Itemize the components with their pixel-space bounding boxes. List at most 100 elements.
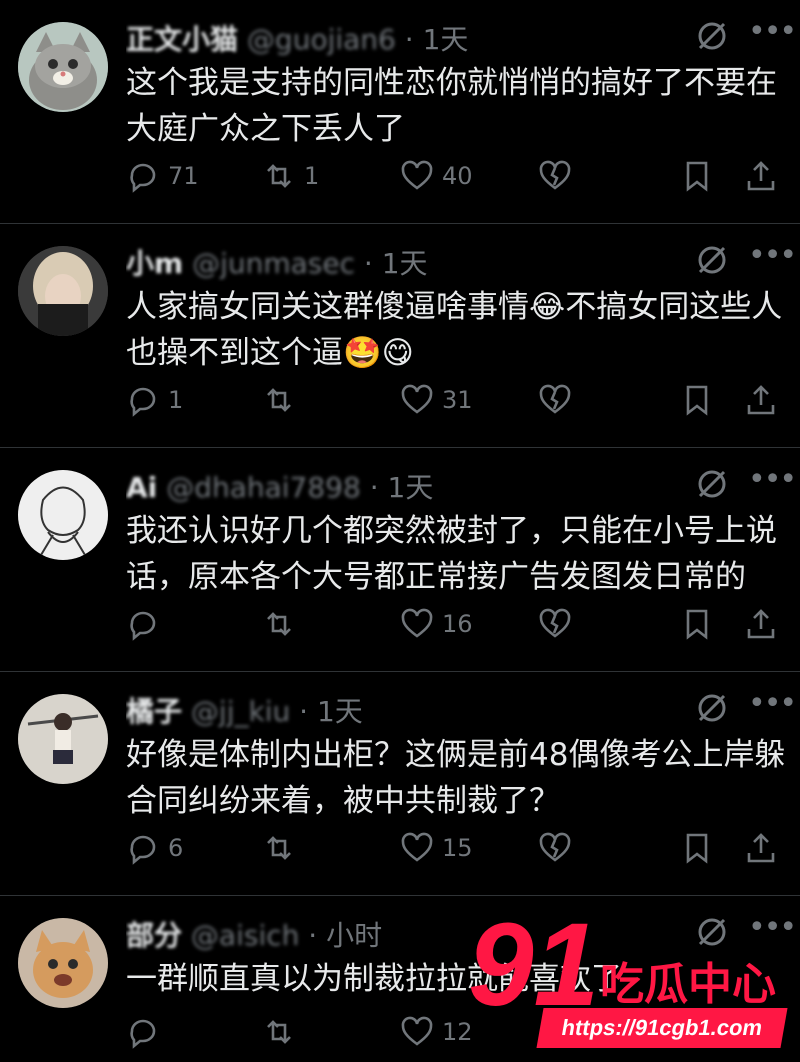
reply-icon	[130, 387, 156, 417]
retweet-button[interactable]: 1	[262, 156, 319, 196]
post-header[interactable]: 小m @junmasec · 1天	[126, 242, 686, 282]
action-bar: 6 15	[126, 828, 786, 868]
heart-icon	[401, 384, 433, 414]
timestamp[interactable]: 1天	[388, 471, 434, 504]
like-button[interactable]: 15	[400, 828, 473, 868]
author-handle: @dhahai7898	[166, 471, 361, 504]
retweet-icon	[267, 388, 291, 412]
timestamp[interactable]: 1天	[317, 695, 363, 728]
avatar[interactable]	[18, 694, 108, 784]
retweet-button[interactable]	[262, 380, 304, 420]
action-bar: 1 31	[126, 380, 786, 420]
post-3[interactable]: Ai @dhahai7898 · 1天 ••• 我还认识好几个都突然被封了，只能…	[0, 448, 800, 672]
reply-count: 6	[168, 834, 184, 862]
like-count: 15	[442, 834, 473, 862]
grok-icon[interactable]	[694, 466, 730, 502]
more-options-icon[interactable]: •••	[748, 17, 797, 50]
share-button[interactable]	[744, 156, 778, 196]
reply-icon	[130, 163, 156, 193]
post-text: 这个我是支持的同性恋你就悄悄的搞好了不要在大庭广众之下丢人了	[126, 65, 777, 147]
timestamp[interactable]: 1天	[382, 247, 428, 280]
author-handle: @jj_kiu	[190, 695, 291, 728]
post-2[interactable]: 小m @junmasec · 1天 ••• 人家搞女同关这群傻逼啥事情😂不搞女同…	[0, 224, 800, 448]
share-button[interactable]	[744, 380, 778, 420]
reply-icon	[130, 835, 156, 865]
retweet-button[interactable]	[262, 604, 304, 644]
author-name[interactable]: 橘子	[126, 695, 182, 728]
bookmark-button[interactable]	[680, 380, 714, 420]
author-name[interactable]: Ai	[126, 471, 157, 504]
grok-icon[interactable]	[694, 690, 730, 726]
retweet-button[interactable]	[262, 828, 304, 868]
like-button[interactable]: 12	[400, 1012, 473, 1052]
watermark-title: 吃瓜中心	[600, 959, 776, 1010]
avatar[interactable]	[18, 918, 108, 1008]
bookmark-icon	[686, 161, 708, 192]
reply-button[interactable]: 71	[126, 156, 199, 196]
retweet-icon	[267, 836, 291, 860]
bookmark-button[interactable]	[680, 828, 714, 868]
retweet-button[interactable]	[262, 1012, 304, 1052]
share-icon	[747, 833, 775, 863]
post-4[interactable]: 橘子 @jj_kiu · 1天 ••• 好像是体制内出柜？这俩是前48偶像考公上…	[0, 672, 800, 896]
reply-count: 71	[168, 162, 199, 190]
grok-icon[interactable]	[694, 18, 730, 54]
bookmark-icon	[686, 385, 708, 416]
more-options-icon[interactable]: •••	[748, 465, 797, 498]
broken-heart-icon	[539, 160, 571, 190]
reply-count: 1	[168, 386, 184, 414]
dislike-button[interactable]	[538, 156, 572, 196]
author-name[interactable]: 小m	[126, 247, 183, 280]
author-handle: @junmasec	[192, 247, 356, 280]
like-button[interactable]: 16	[400, 604, 473, 644]
dislike-button[interactable]	[538, 604, 572, 644]
sketch-avatar-icon	[18, 470, 108, 560]
reply-button[interactable]: 6	[126, 828, 183, 868]
more-options-icon[interactable]: •••	[748, 689, 797, 722]
timestamp[interactable]: 小时	[326, 919, 382, 952]
bookmark-button[interactable]	[680, 604, 714, 644]
avatar[interactable]	[18, 246, 108, 336]
action-bar: 16	[126, 604, 786, 644]
bookmark-icon	[686, 609, 708, 640]
dot-separator: ·	[308, 919, 318, 952]
share-button[interactable]	[744, 828, 778, 868]
retweet-icon	[267, 1020, 291, 1044]
post-1[interactable]: 正文小猫 @guojian6 · 1天 ••• 这个我是支持的同性恋你就悄悄的搞…	[0, 0, 800, 224]
action-bar: 71 1 40	[126, 156, 786, 196]
like-button[interactable]: 40	[400, 156, 473, 196]
broken-heart-icon	[539, 832, 571, 862]
post-header[interactable]: Ai @dhahai7898 · 1天	[126, 466, 686, 506]
retweet-icon	[267, 612, 291, 636]
timestamp[interactable]: 1天	[423, 23, 469, 56]
broken-heart-icon	[539, 608, 571, 638]
grok-icon[interactable]	[694, 242, 730, 278]
author-handle: @guojian6	[246, 23, 396, 56]
post-header[interactable]: 橘子 @jj_kiu · 1天	[126, 690, 686, 730]
retweet-count: 1	[304, 162, 320, 190]
watermark-number: 91	[468, 899, 600, 1031]
avatar[interactable]	[18, 470, 108, 560]
cat-avatar-icon	[18, 22, 108, 112]
author-name[interactable]: 部分	[126, 919, 182, 952]
reply-button[interactable]: 1	[126, 380, 183, 420]
post-header[interactable]: 正文小猫 @guojian6 · 1天	[126, 18, 686, 58]
dot-separator: ·	[404, 23, 414, 56]
reply-button[interactable]	[126, 604, 168, 644]
share-button[interactable]	[744, 604, 778, 644]
like-button[interactable]: 31	[400, 380, 473, 420]
post-text: 我还认识好几个都突然被封了，只能在小号上说话，原本各个大号都正常接广告发图发日常…	[126, 513, 777, 595]
dislike-button[interactable]	[538, 380, 572, 420]
dot-separator: ·	[299, 695, 309, 728]
heart-icon	[401, 832, 433, 862]
broken-heart-icon	[539, 384, 571, 414]
reply-icon	[130, 1019, 156, 1049]
avatar[interactable]	[18, 22, 108, 112]
reply-button[interactable]	[126, 1012, 168, 1052]
like-count: 16	[442, 610, 473, 638]
more-options-icon[interactable]: •••	[748, 241, 797, 274]
dislike-button[interactable]	[538, 828, 572, 868]
author-name[interactable]: 正文小猫	[126, 23, 238, 56]
bookmark-button[interactable]	[680, 156, 714, 196]
heart-icon	[401, 608, 433, 638]
